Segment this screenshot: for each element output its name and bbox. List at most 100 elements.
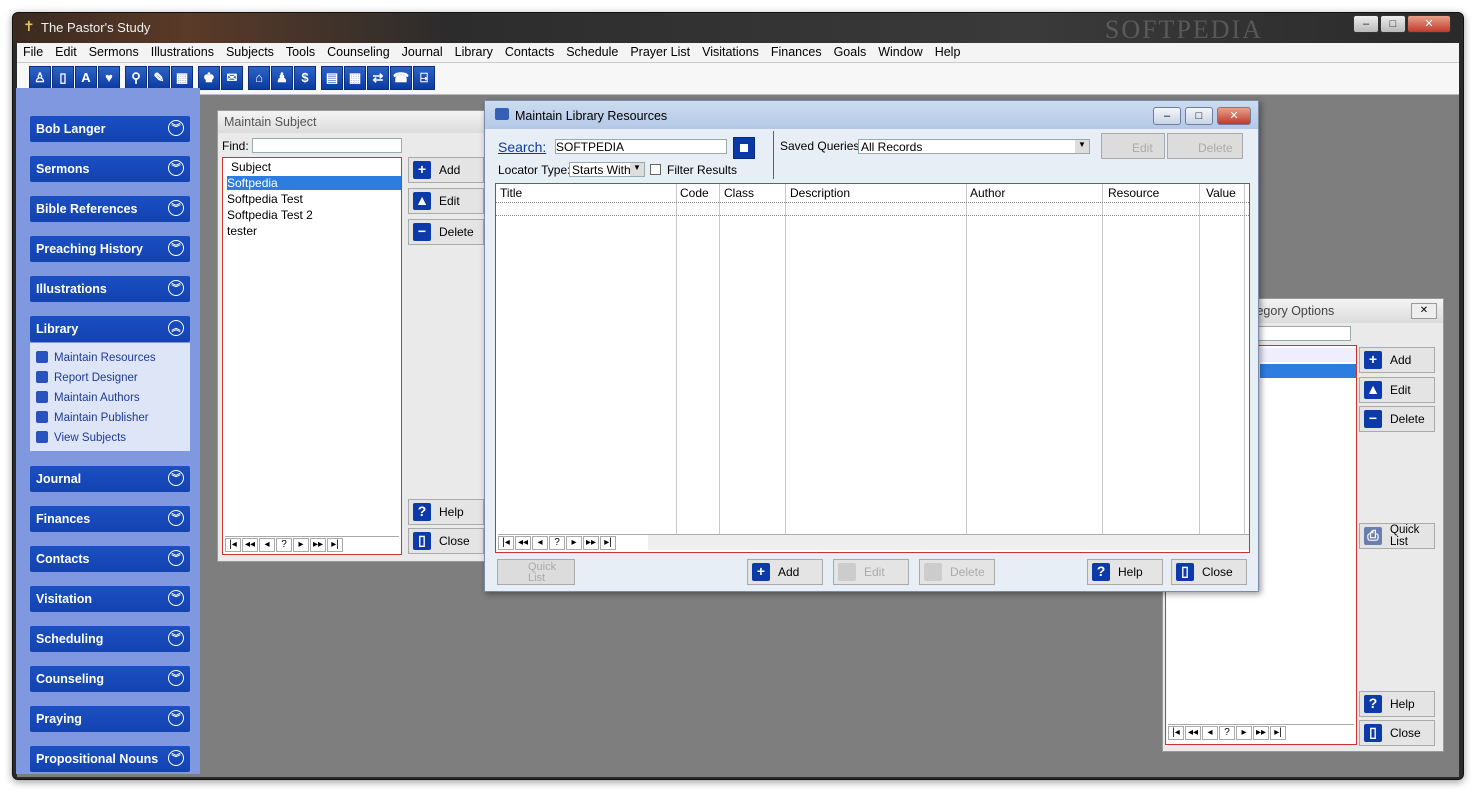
search-icon[interactable]: ⚲ (125, 66, 147, 90)
menu-prayer-list[interactable]: Prayer List (624, 43, 696, 61)
sidebar-section-bob-langer[interactable]: Bob Langer ︾ (30, 116, 190, 142)
category-row[interactable] (1260, 348, 1356, 362)
search-input[interactable] (555, 139, 727, 154)
edit-button[interactable]: ▲ Edit (408, 188, 484, 214)
category-help-button[interactable]: ? Help (1359, 691, 1435, 717)
column-header-value[interactable]: Value (1206, 186, 1236, 200)
library-maximize-button[interactable]: □ (1185, 107, 1213, 125)
nav-button[interactable]: ? (276, 538, 292, 552)
category-find-input[interactable] (1253, 326, 1351, 341)
column-header-code[interactable]: Code (680, 186, 709, 200)
nav-button[interactable]: |◂ (498, 536, 514, 550)
sidebar-section-visitation[interactable]: Visitation ︾ (30, 586, 190, 612)
nav-button[interactable]: ▸ (566, 536, 582, 550)
lib-help-button[interactable]: ? Help (1087, 559, 1163, 585)
menu-schedule[interactable]: Schedule (560, 43, 624, 61)
nav-button[interactable]: ◂ (259, 538, 275, 552)
menu-edit[interactable]: Edit (49, 43, 83, 61)
sidebar-section-counseling[interactable]: Counseling ︾ (30, 666, 190, 692)
sidebar-section-bible-references[interactable]: Bible References ︾ (30, 196, 190, 222)
nav-button[interactable]: ▸ (293, 538, 309, 552)
nav-button[interactable]: ◂◂ (242, 538, 258, 552)
people-icon[interactable]: ♚ (198, 66, 220, 90)
menu-contacts[interactable]: Contacts (499, 43, 560, 61)
close-window-button[interactable]: ▯ Close (408, 528, 484, 554)
nav-button[interactable]: ◂◂ (515, 536, 531, 550)
delete-button[interactable]: − Delete (408, 219, 484, 245)
nav-button[interactable]: ? (549, 536, 565, 550)
resource-grid[interactable]: Title Code Class Description Author Resource V… (495, 183, 1250, 553)
menu-illustrations[interactable]: Illustrations (145, 43, 220, 61)
table-row[interactable] (496, 202, 1249, 216)
column-header-description[interactable]: Description (790, 186, 850, 200)
nav-button[interactable]: ▸▸ (1253, 726, 1269, 740)
menu-file[interactable]: File (17, 43, 49, 61)
menu-visitations[interactable]: Visitations (696, 43, 765, 61)
sidebar-item-view-subjects[interactable]: View Subjects (36, 431, 126, 444)
maximize-button[interactable]: □ (1380, 15, 1406, 33)
transfer-icon[interactable]: ⇄ (367, 66, 389, 90)
menu-counseling[interactable]: Counseling (321, 43, 396, 61)
nav-button[interactable]: ◂◂ (1185, 726, 1201, 740)
find-input[interactable] (252, 138, 402, 153)
nav-button[interactable]: ◂ (1202, 726, 1218, 740)
category-close-button[interactable]: ▯ Close (1359, 720, 1435, 746)
menu-journal[interactable]: Journal (396, 43, 449, 61)
quill-icon[interactable]: ✎ (148, 66, 170, 90)
table-icon[interactable]: ▦ (344, 66, 366, 90)
nav-button[interactable]: |◂ (225, 538, 241, 552)
saved-queries-select[interactable]: All Records ▼ (858, 139, 1090, 154)
menu-window[interactable]: Window (872, 43, 928, 61)
lib-delete-button[interactable]: Delete (919, 559, 995, 585)
sidebar-section-preaching-history[interactable]: Preaching History ︾ (30, 236, 190, 262)
bible-icon[interactable]: A (75, 66, 97, 90)
nav-button[interactable]: ◂ (532, 536, 548, 550)
locator-type-select[interactable]: Starts With ▼ (569, 162, 645, 177)
nav-button[interactable]: |◂ (1168, 726, 1184, 740)
minimize-button[interactable]: – (1353, 15, 1379, 33)
column-header-resource[interactable]: Resource (1108, 186, 1159, 200)
list-item[interactable]: Softpedia Test (227, 192, 401, 206)
list-item[interactable]: Softpedia (227, 176, 401, 190)
menu-tools[interactable]: Tools (280, 43, 321, 61)
category-edit-button[interactable]: ▲ Edit (1359, 377, 1435, 403)
nav-button[interactable]: ▸▸ (583, 536, 599, 550)
sidebar-section-praying[interactable]: Praying ︾ (30, 706, 190, 732)
nav-button[interactable]: ▸| (327, 538, 343, 552)
sidebar-section-propositional-nouns[interactable]: Propositional Nouns ︾ (30, 746, 190, 772)
person-icon[interactable]: ♙ (29, 66, 51, 90)
menu-subjects[interactable]: Subjects (220, 43, 280, 61)
library-minimize-button[interactable]: – (1153, 107, 1181, 125)
category-delete-button[interactable]: − Delete (1359, 406, 1435, 432)
sidebar-section-contacts[interactable]: Contacts ︾ (30, 546, 190, 572)
horizontal-scrollbar[interactable] (648, 534, 1249, 550)
list-item[interactable]: tester (227, 224, 401, 238)
sidebar-section-library[interactable]: Library ︽ (30, 316, 190, 342)
nav-button[interactable]: ▸| (1270, 726, 1286, 740)
search-go-button[interactable] (733, 137, 755, 159)
phone-icon[interactable]: ☎ (390, 66, 412, 90)
top-delete-button[interactable]: Delete (1167, 133, 1243, 159)
help-button[interactable]: ? Help (408, 499, 484, 525)
menu-goals[interactable]: Goals (828, 43, 873, 61)
column-header-author[interactable]: Author (970, 186, 1005, 200)
category-close-icon[interactable]: ✕ (1411, 303, 1437, 319)
menu-finances[interactable]: Finances (765, 43, 828, 61)
person-single-icon[interactable]: ♟ (271, 66, 293, 90)
sidebar-item-maintain-resources[interactable]: Maintain Resources (36, 351, 156, 364)
filter-results-checkbox[interactable] (650, 164, 661, 175)
sidebar-section-journal[interactable]: Journal ︾ (30, 466, 190, 492)
nav-button[interactable]: ▸▸ (310, 538, 326, 552)
sidebar-item-report-designer[interactable]: Report Designer (36, 371, 138, 384)
heart-icon[interactable]: ♥ (98, 66, 120, 90)
category-quick-list-button[interactable]: ⎙ Quick List (1359, 523, 1435, 549)
category-row-selected[interactable] (1260, 364, 1356, 378)
subject-list[interactable]: Subject Softpedia Softpedia Test Softpedia … (222, 157, 402, 555)
column-header-class[interactable]: Class (724, 186, 754, 200)
list-item[interactable]: Subject (227, 160, 401, 174)
top-edit-button[interactable]: Edit (1101, 133, 1165, 159)
menu-library[interactable]: Library (449, 43, 499, 61)
sidebar-section-finances[interactable]: Finances ︾ (30, 506, 190, 532)
lib-edit-button[interactable]: Edit (833, 559, 909, 585)
document-icon[interactable]: ▤ (321, 66, 343, 90)
